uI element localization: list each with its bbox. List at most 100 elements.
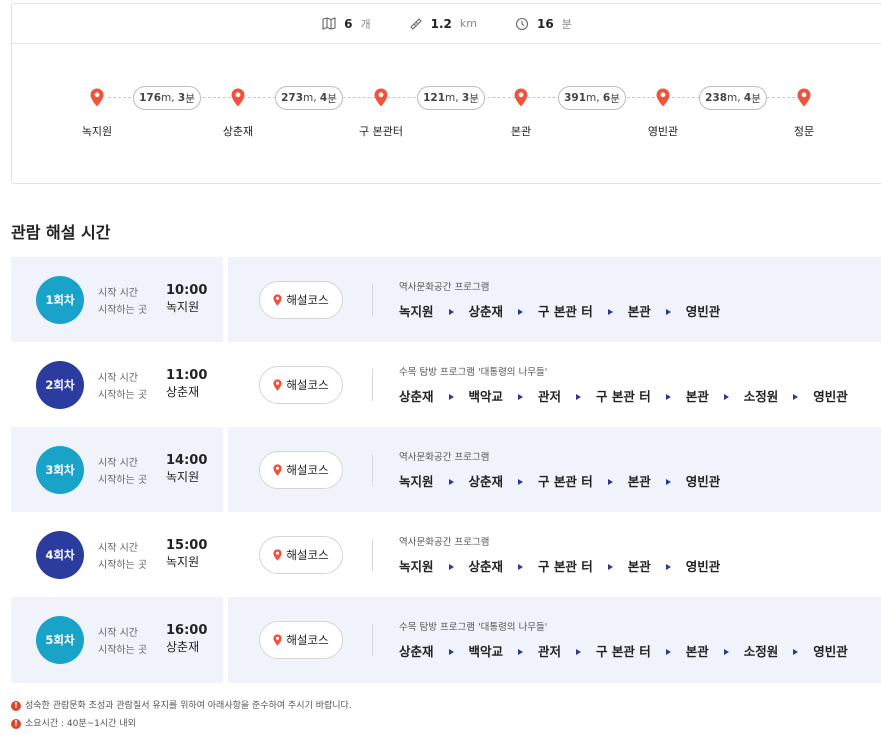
divider [372,369,373,401]
location-pin-icon [374,88,388,107]
start-place-label: 시작하는 곳 [98,560,148,571]
session-badge: 3회차 [36,446,84,494]
session-info: 4회차 시작 시간 시작하는 곳 15:00 녹지원 [11,512,223,598]
start-time: 14:00 [166,453,208,468]
route-card: 6 개 1.2 km 16 분 녹지원 176 m, 3분 상춘재 273 m, 4… [11,3,881,184]
course-button[interactable]: 해설코스 [259,536,343,574]
start-place: 녹지원 [166,470,200,484]
session-course: 해설코스 역사문화공간 프로그램 녹지원 상춘재 구 본관 터 본관 영빈관 [228,512,881,598]
note-item: ! 소요시간 : 40분~1시간 내외 [11,715,352,733]
divider [372,454,373,486]
arrow-right-icon [793,648,799,655]
arrow-right-icon [518,563,524,570]
location-pin-icon [273,294,282,306]
route-segment: 391 m, 6분 [558,86,626,110]
session-info: 1회차 시작 시간 시작하는 곳 10:00 녹지원 [11,257,223,343]
route-stop-label: 녹지원 [81,125,113,138]
course-stop: 영빈관 [813,644,848,659]
start-place: 상춘재 [166,385,200,399]
arrow-right-icon [448,308,454,315]
start-place: 상춘재 [166,640,200,654]
arrow-right-icon [665,393,671,400]
session-row: 1회차 시작 시간 시작하는 곳 10:00 녹지원 해설코스 역사문화공간 프… [11,257,881,343]
course-stop: 영빈관 [685,474,721,489]
route-stop: 정문 [764,88,844,139]
course-stop: 상춘재 [468,304,504,319]
route-stop: 구 본관터 [341,88,421,139]
arrow-right-icon [448,393,454,400]
course-stop: 녹지원 [399,559,434,574]
course-stop: 구 본관 터 [596,644,651,659]
start-time-label: 시작 시간 [98,288,138,299]
route-stop-label: 영빈관 [647,125,679,138]
route-stop: 영빈관 [623,88,703,139]
location-pin-icon [656,88,670,107]
session-course: 해설코스 수목 탐방 프로그램 '대통령의 나무들' 상춘재 백악교 관저 구 … [228,342,881,428]
course-stop: 관저 [538,644,562,659]
location-pin-icon [273,464,282,476]
course-button[interactable]: 해설코스 [259,366,343,404]
start-place-label: 시작하는 곳 [98,645,148,656]
course-stop: 상춘재 [399,644,434,659]
start-time-label: 시작 시간 [98,628,138,639]
divider [372,539,373,571]
course-stop: 상춘재 [468,474,504,489]
course-stop: 구 본관 터 [596,389,651,404]
start-time: 11:00 [166,368,208,383]
route-stop: 본관 [481,88,561,139]
arrow-right-icon [518,308,524,315]
course-stop: 백악교 [468,389,504,404]
course-button[interactable]: 해설코스 [259,451,343,489]
start-time: 10:00 [166,283,208,298]
divider [372,284,373,316]
arrow-right-icon [665,563,671,570]
exclamation-icon: ! [11,701,21,711]
course-stop: 본관 [685,644,709,659]
course-stop: 본관 [627,474,651,489]
course-stops: 녹지원 상춘재 구 본관 터 본관 영빈관 [399,471,720,490]
location-pin-icon [514,88,528,107]
course-button-label: 해설코스 [286,463,329,477]
stops-unit: 개 [360,17,371,31]
arrow-right-icon [723,393,729,400]
map-icon [322,17,336,30]
route-stop-label: 구 본관터 [359,125,403,138]
course-button[interactable]: 해설코스 [259,621,343,659]
session-badge: 4회차 [36,531,84,579]
distance-value: 1.2 [430,16,452,31]
session-info: 2회차 시작 시간 시작하는 곳 11:00 상춘재 [11,342,223,428]
course-stop: 상춘재 [468,559,504,574]
course-button-label: 해설코스 [286,293,329,307]
summary-stops: 6 개 [322,16,371,32]
course-stop: 본관 [627,304,651,319]
route-stop: 상춘재 [198,88,278,139]
session-row: 4회차 시작 시간 시작하는 곳 15:00 녹지원 해설코스 역사문화공간 프… [11,512,881,598]
course-button[interactable]: 해설코스 [259,281,343,319]
duration-unit: 분 [561,17,572,31]
course-stop: 구 본관 터 [538,559,593,574]
arrow-right-icon [665,648,671,655]
session-info: 3회차 시작 시간 시작하는 곳 14:00 녹지원 [11,427,223,513]
start-time: 16:00 [166,623,208,638]
distance-unit: km [459,17,477,30]
session-row: 5회차 시작 시간 시작하는 곳 16:00 상춘재 해설코스 수목 탐방 프로… [11,597,881,683]
program-name: 역사문화공간 프로그램 [399,282,490,293]
clock-icon [515,17,529,31]
route-stop-label: 정문 [793,125,815,138]
arrow-right-icon [723,648,729,655]
program-name: 역사문화공간 프로그램 [399,452,490,463]
section-title: 관람 해설 시간 [11,223,111,242]
course-stops: 상춘재 백악교 관저 구 본관 터 본관 소정원 영빈관 [399,641,848,660]
summary-duration: 16 분 [515,16,572,32]
arrow-right-icon [793,393,799,400]
course-stop: 소정원 [743,644,779,659]
session-info: 5회차 시작 시간 시작하는 곳 16:00 상춘재 [11,597,223,683]
session-row: 2회차 시작 시간 시작하는 곳 11:00 상춘재 해설코스 수목 탐방 프로… [11,342,881,428]
course-stop: 관저 [538,389,562,404]
note-text: 소요시간 : 40분~1시간 내외 [25,719,136,729]
program-name: 수목 탐방 프로그램 '대통령의 나무들' [399,622,548,633]
start-place: 녹지원 [166,555,200,569]
course-button-label: 해설코스 [286,378,329,392]
ruler-icon [409,17,423,31]
course-stop: 소정원 [743,389,779,404]
